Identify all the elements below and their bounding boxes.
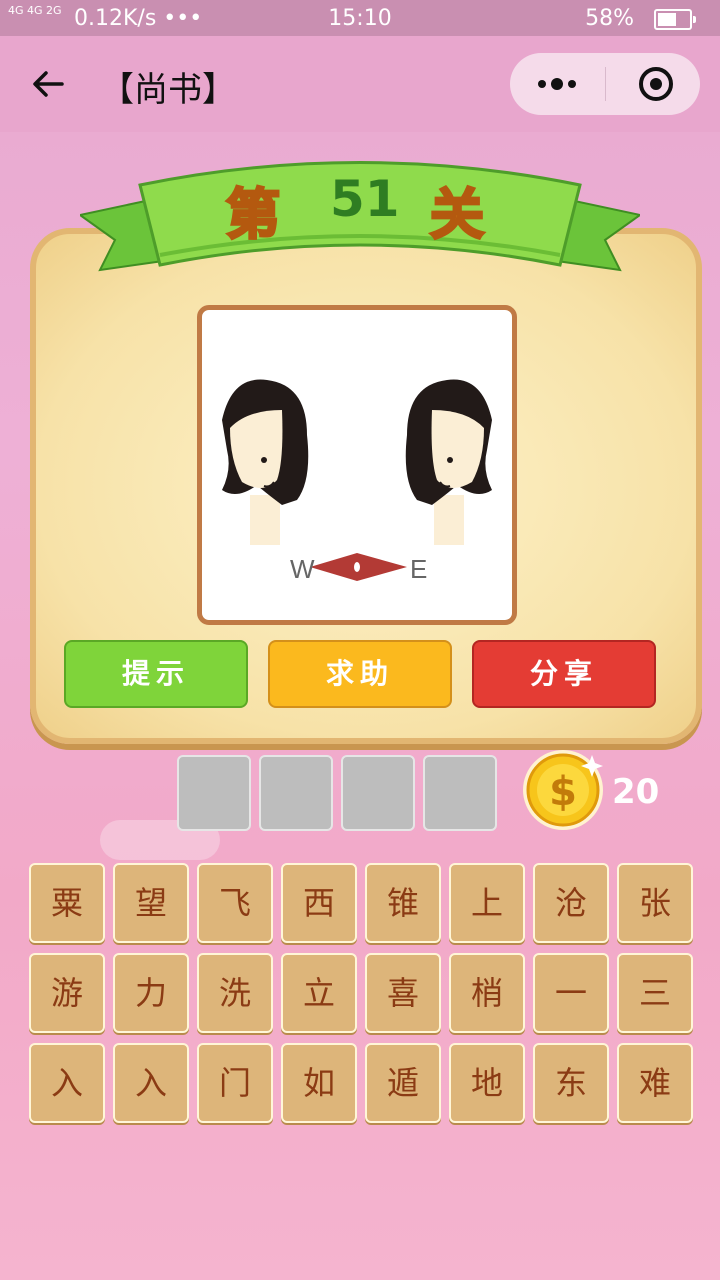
mini-program-capsule xyxy=(510,53,700,115)
share-button[interactable]: 分享 xyxy=(472,640,656,708)
page-title: 【尚书】 xyxy=(100,70,236,110)
status-bar: 4G 4G 2G 0.12K/s ••• 15:10 58% xyxy=(0,0,720,36)
char-tile[interactable]: 张 xyxy=(617,863,693,943)
battery-icon xyxy=(654,9,696,30)
answer-slot[interactable] xyxy=(341,755,415,831)
char-tile[interactable]: 望 xyxy=(113,863,189,943)
char-tile[interactable]: 如 xyxy=(281,1043,357,1123)
coin-count: 20 xyxy=(612,772,660,812)
char-tile[interactable]: 三 xyxy=(617,953,693,1033)
char-tile[interactable]: 上 xyxy=(449,863,525,943)
char-tile[interactable]: 飞 xyxy=(197,863,273,943)
battery-percent: 58% xyxy=(585,6,634,31)
char-tile[interactable]: 粟 xyxy=(29,863,105,943)
level-prefix: 第 xyxy=(225,182,282,248)
char-tile[interactable]: 西 xyxy=(281,863,357,943)
char-tile[interactable]: 难 xyxy=(617,1043,693,1123)
hint-button[interactable]: 提示 xyxy=(64,640,248,708)
char-tile[interactable]: 地 xyxy=(449,1043,525,1123)
char-tile[interactable]: 入 xyxy=(113,1043,189,1123)
answer-slot[interactable] xyxy=(177,755,251,831)
answer-slot[interactable] xyxy=(423,755,497,831)
char-tile[interactable]: 门 xyxy=(197,1043,273,1123)
char-tile[interactable]: 遁 xyxy=(365,1043,441,1123)
puzzle-picture: W E xyxy=(197,305,517,625)
coin-icon: $ xyxy=(523,750,603,830)
char-tile[interactable]: 梢 xyxy=(449,953,525,1033)
char-tile[interactable]: 锥 xyxy=(365,863,441,943)
more-options-icon[interactable] xyxy=(510,53,605,115)
char-tile[interactable]: 游 xyxy=(29,953,105,1033)
close-miniprogram-icon[interactable] xyxy=(606,53,700,115)
svg-text:$: $ xyxy=(549,769,577,815)
level-suffix: 关 xyxy=(429,182,486,248)
char-tile[interactable]: 东 xyxy=(533,1043,609,1123)
compass-east-label: E xyxy=(410,554,427,584)
char-tile[interactable]: 沧 xyxy=(533,863,609,943)
nav-bar: 【尚书】 xyxy=(0,36,720,132)
char-tile[interactable]: 洗 xyxy=(197,953,273,1033)
level-number: 51 xyxy=(330,170,400,228)
compass-west-label: W xyxy=(290,554,315,584)
char-tile[interactable]: 喜 xyxy=(365,953,441,1033)
char-tile[interactable]: 立 xyxy=(281,953,357,1033)
char-tile[interactable]: 入 xyxy=(29,1043,105,1123)
char-tile[interactable]: 一 xyxy=(533,953,609,1033)
char-tile[interactable]: 力 xyxy=(113,953,189,1033)
help-button[interactable]: 求助 xyxy=(268,640,452,708)
two-faces-illustration: W E xyxy=(222,379,492,584)
answer-slot[interactable] xyxy=(259,755,333,831)
back-arrow-icon[interactable] xyxy=(28,64,68,104)
